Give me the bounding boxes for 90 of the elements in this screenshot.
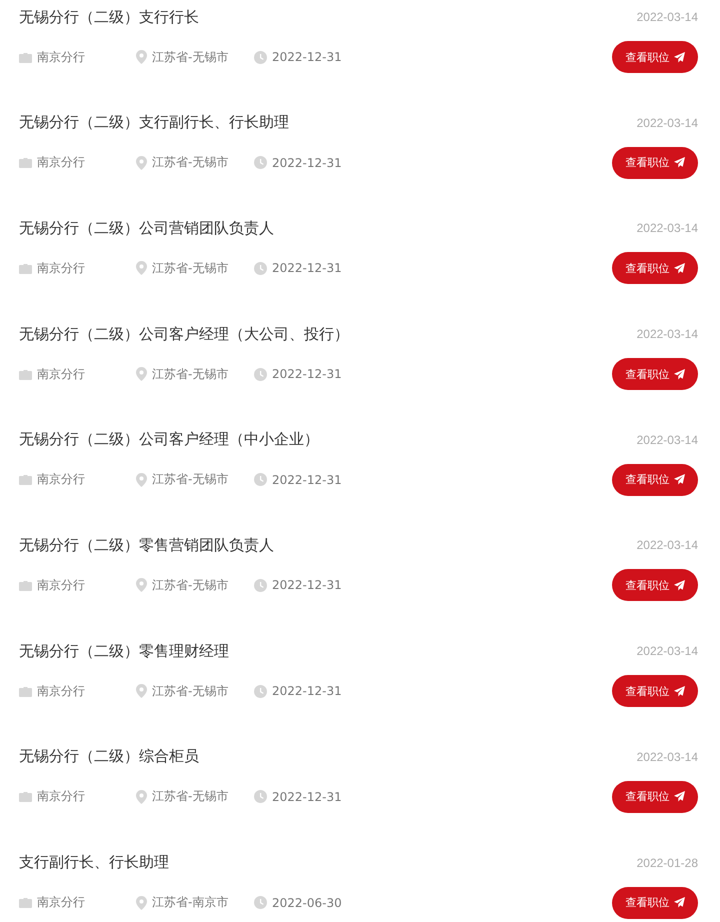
post-date: 2022-03-14: [636, 644, 698, 658]
briefcase-icon: [19, 474, 32, 486]
clock-icon: [254, 368, 267, 381]
view-job-button[interactable]: 查看职位: [612, 252, 698, 284]
clock-icon: [254, 790, 267, 804]
map-pin-icon: [136, 367, 147, 382]
deadline-date: 2022-12-31: [272, 261, 342, 276]
job-location: 江苏省-南京市: [152, 894, 228, 911]
map-pin-icon: [136, 790, 147, 804]
map-pin-icon: [136, 896, 147, 910]
paper-plane-icon: [674, 368, 684, 380]
briefcase-icon: [19, 368, 32, 380]
branch-name: 南京分行: [37, 48, 85, 66]
view-job-button[interactable]: 查看职位: [612, 146, 698, 179]
briefcase-icon: [19, 791, 32, 802]
paper-plane-icon: [674, 791, 684, 802]
deadline-date: 2022-12-31: [272, 578, 342, 592]
job-title: 支行副行长、行长助理: [19, 853, 169, 872]
branch-name: 南京分行: [37, 788, 85, 806]
clock-icon: [254, 50, 267, 64]
clock-icon: [254, 684, 267, 698]
paper-plane-icon: [674, 474, 684, 486]
post-date: 2022-01-28: [636, 856, 698, 870]
branch-name: 南京分行: [37, 682, 85, 700]
branch-name: 南京分行: [37, 576, 85, 594]
job-location: 江苏省-无锡市: [152, 682, 228, 700]
job-title: 无锡分行（二级）支行副行长、行长助理: [19, 113, 289, 132]
job-title: 无锡分行（二级）零售理财经理: [19, 642, 229, 661]
map-pin-icon: [136, 578, 147, 592]
branch-name: 南京分行: [37, 154, 85, 172]
map-pin-icon: [136, 472, 147, 487]
post-date: 2022-03-14: [636, 750, 698, 764]
paper-plane-icon: [674, 52, 684, 62]
job-location: 江苏省-无锡市: [152, 788, 228, 806]
paper-plane-icon: [674, 686, 684, 697]
map-pin-icon: [136, 261, 147, 276]
briefcase-icon: [19, 157, 32, 168]
deadline-date: 2022-06-30: [272, 896, 342, 910]
post-date: 2022-03-14: [636, 538, 698, 552]
paper-plane-icon: [674, 580, 684, 591]
view-job-button[interactable]: 查看职位: [612, 569, 698, 602]
clock-icon: [254, 262, 267, 275]
job-location: 江苏省-无锡市: [152, 366, 228, 383]
deadline-date: 2022-12-31: [272, 790, 342, 804]
clock-icon: [254, 473, 267, 486]
map-pin-icon: [136, 684, 147, 698]
deadline-date: 2022-12-31: [272, 50, 342, 64]
job-location: 江苏省-无锡市: [152, 471, 228, 488]
post-date: 2022-03-14: [636, 221, 698, 236]
job-title: 无锡分行（二级）支行行长: [19, 8, 199, 26]
job-location: 江苏省-无锡市: [152, 154, 228, 172]
job-title: 无锡分行（二级）公司营销团队负责人: [19, 218, 274, 238]
branch-name: 南京分行: [37, 260, 85, 277]
job-location: 江苏省-无锡市: [152, 260, 228, 277]
job-title: 无锡分行（二级）综合柜员: [19, 747, 199, 766]
map-pin-icon: [136, 156, 147, 170]
post-date: 2022-03-14: [636, 432, 698, 447]
briefcase-icon: [19, 897, 32, 908]
job-title: 无锡分行（二级）公司客户经理（中小企业）: [19, 430, 319, 450]
job-location: 江苏省-无锡市: [152, 576, 228, 594]
branch-name: 南京分行: [37, 471, 85, 488]
clock-icon: [254, 156, 267, 170]
deadline-date: 2022-12-31: [272, 156, 342, 170]
post-date: 2022-03-14: [636, 10, 698, 24]
paper-plane-icon: [674, 262, 684, 274]
briefcase-icon: [19, 52, 32, 62]
job-location: 江苏省-无锡市: [152, 48, 228, 66]
briefcase-icon: [19, 580, 32, 591]
job-title: 无锡分行（二级）公司客户经理（大公司、投行）: [19, 324, 349, 344]
view-job-button[interactable]: 查看职位: [612, 780, 698, 813]
briefcase-icon: [19, 262, 32, 274]
view-job-button[interactable]: 查看职位: [612, 886, 698, 918]
post-date: 2022-03-14: [636, 327, 698, 342]
branch-name: 南京分行: [37, 894, 85, 911]
view-job-button[interactable]: 查看职位: [612, 675, 698, 708]
paper-plane-icon: [674, 897, 684, 908]
deadline-date: 2022-12-31: [272, 472, 342, 487]
job-title: 无锡分行（二级）零售营销团队负责人: [19, 536, 274, 555]
deadline-date: 2022-12-31: [272, 684, 342, 698]
clock-icon: [254, 578, 267, 592]
post-date: 2022-03-14: [636, 116, 698, 130]
view-job-button[interactable]: 查看职位: [612, 358, 698, 390]
map-pin-icon: [136, 50, 147, 64]
clock-icon: [254, 896, 267, 909]
view-job-button[interactable]: 查看职位: [612, 464, 698, 496]
deadline-date: 2022-12-31: [272, 367, 342, 382]
view-job-button[interactable]: 查看职位: [612, 41, 698, 73]
briefcase-icon: [19, 686, 32, 697]
paper-plane-icon: [674, 157, 684, 168]
branch-name: 南京分行: [37, 366, 85, 383]
